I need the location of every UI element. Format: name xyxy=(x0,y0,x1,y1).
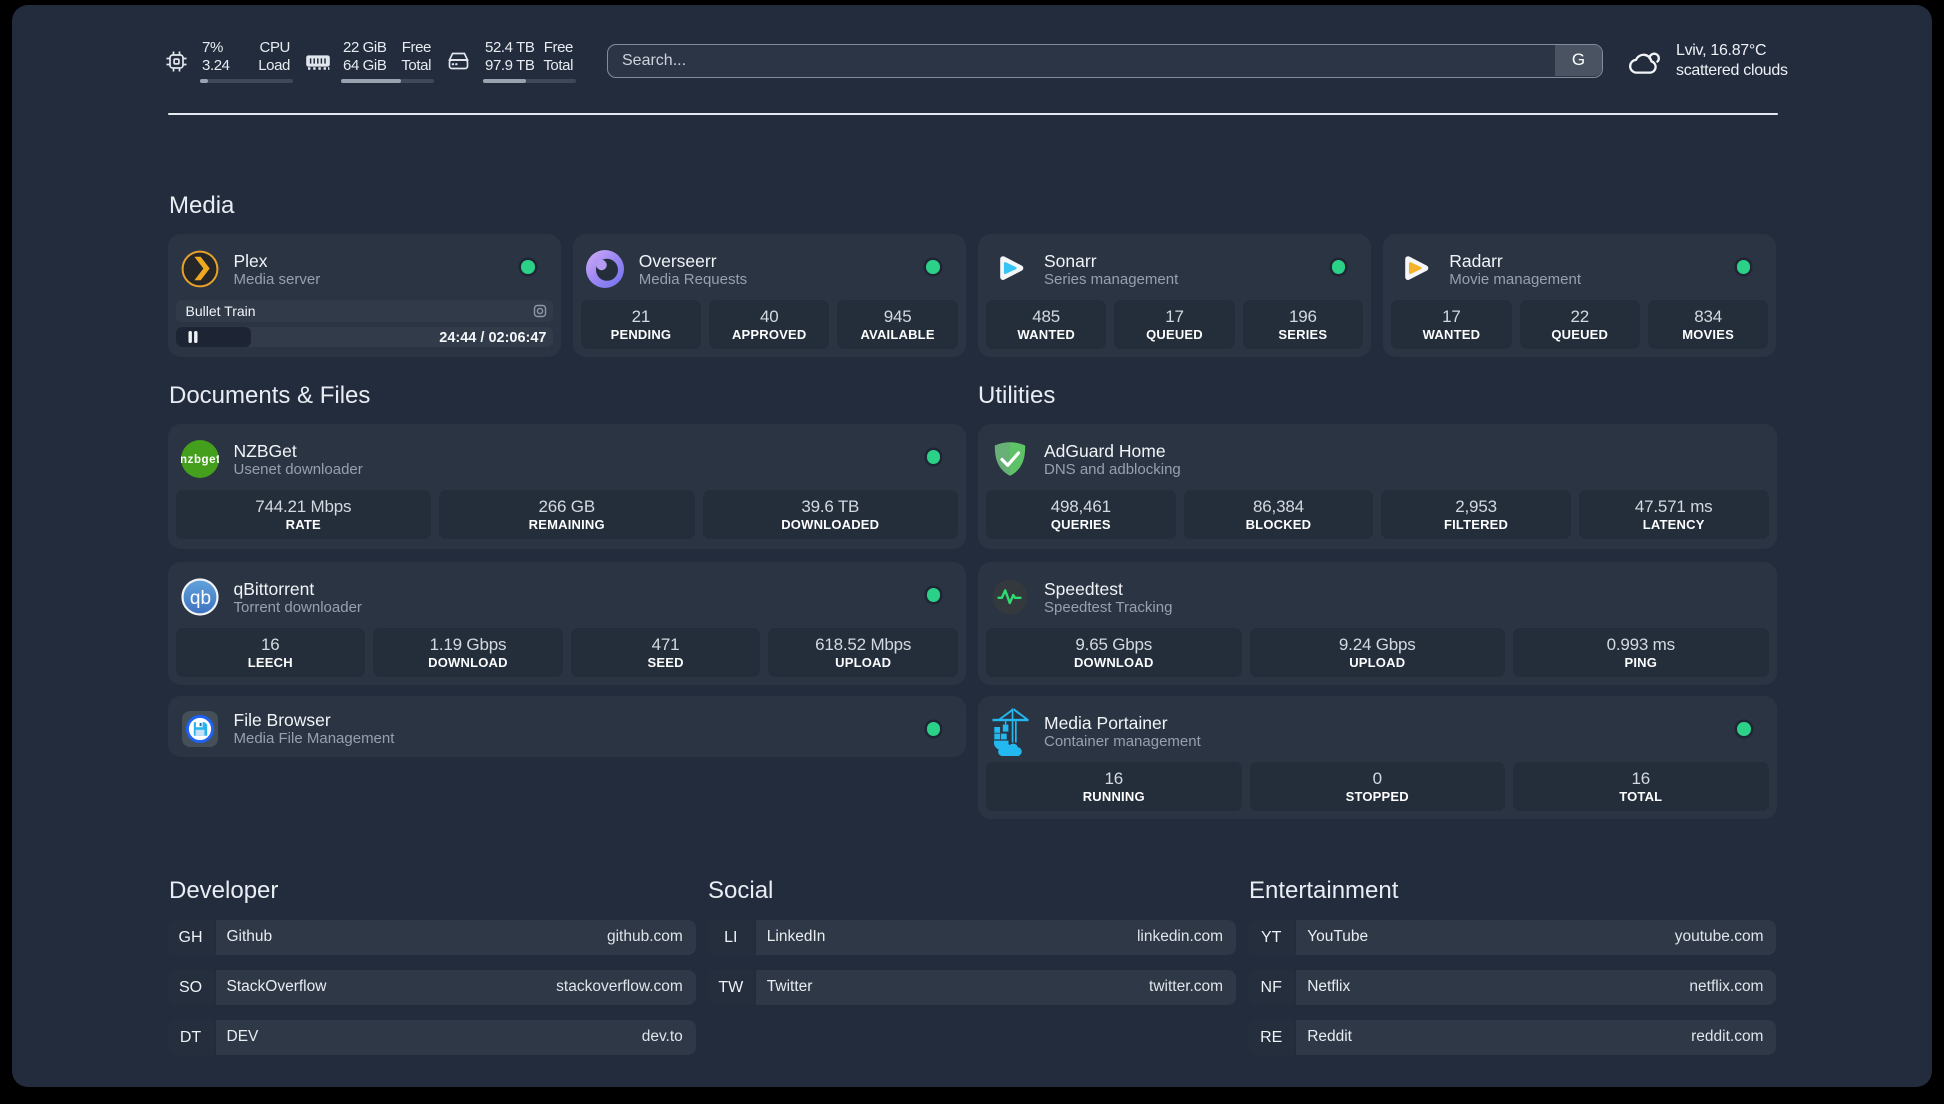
svg-text:nzbget: nzbget xyxy=(181,454,219,466)
svg-text:qb: qb xyxy=(189,588,210,609)
